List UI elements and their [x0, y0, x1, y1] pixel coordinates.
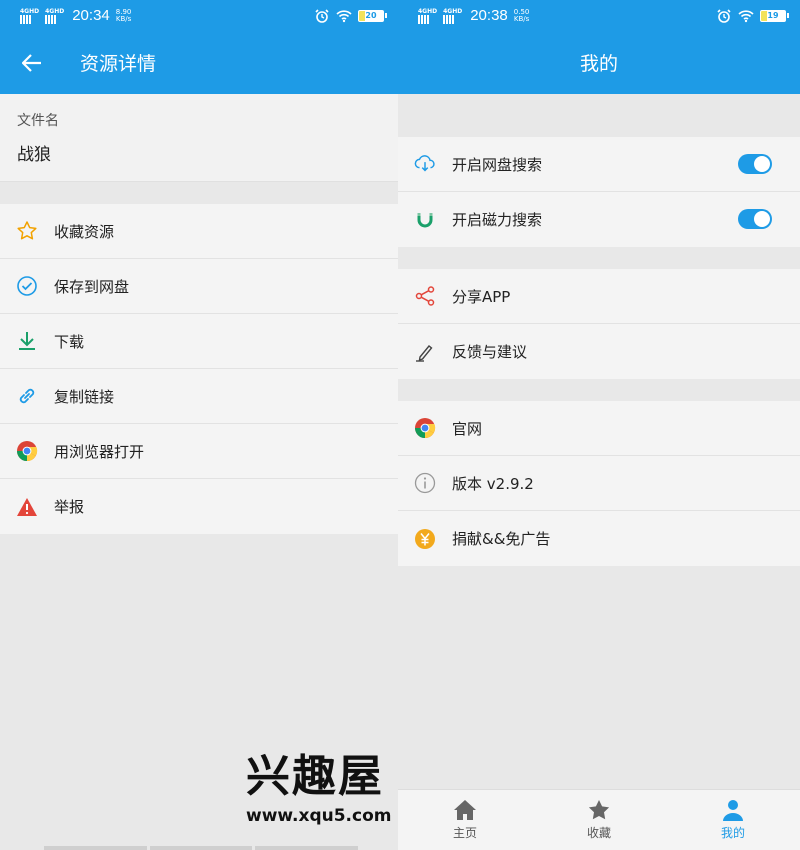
action-label: 下载 [54, 332, 85, 351]
speed-unit: KB/s [115, 14, 132, 23]
action-favorite[interactable]: 收藏资源 [0, 204, 398, 259]
search-settings-list: 开启网盘搜索 开启磁力搜索 [398, 137, 800, 247]
setting-cloud-search[interactable]: 开启网盘搜索 [398, 137, 800, 192]
alarm-icon [315, 8, 329, 23]
clock: 20:38 [470, 7, 508, 24]
cloud-search-toggle[interactable] [738, 154, 772, 174]
pen-icon [414, 341, 436, 363]
share-app-item[interactable]: 分享APP [398, 269, 800, 324]
feedback-item[interactable]: 反馈与建议 [398, 324, 800, 379]
app-bar: 资源详情 [0, 31, 398, 94]
status-bar: 4GHD 4GHD 20:34 8.90 KB/s 20 [0, 0, 398, 31]
warning-icon [16, 496, 38, 518]
speed-unit: KB/s [513, 14, 530, 23]
home-icon [454, 800, 476, 820]
back-button[interactable] [0, 31, 64, 94]
watermark-logo: 兴趣屋 www.xqu5.com [246, 752, 410, 832]
nav-label: 收藏 [586, 826, 611, 840]
nav-label: 我的 [720, 826, 745, 840]
network-label: 4GHD [20, 7, 40, 15]
info-icon [414, 472, 436, 494]
action-label: 保存到网盘 [54, 277, 130, 296]
filename-label: 文件名 [17, 113, 59, 129]
alarm-icon [717, 8, 731, 23]
battery-indicator: 20 [358, 9, 387, 22]
clock: 20:34 [72, 7, 110, 24]
network-indicator-2: 4GHD [45, 8, 64, 24]
link-icon [16, 385, 38, 407]
setting-magnet-search[interactable]: 开启磁力搜索 [398, 192, 800, 247]
app-bar: 我的 [398, 31, 800, 94]
network-speed: 0.50 KB/s [513, 8, 530, 23]
battery-indicator: 19 [760, 9, 789, 22]
magnet-icon [414, 209, 436, 231]
nav-profile[interactable]: 我的 [666, 790, 800, 850]
network-label: 4GHD [418, 7, 438, 15]
star-icon [588, 800, 610, 820]
resource-detail-screen: 4GHD 4GHD 20:34 8.90KB/s 20 资源详情 文件名 战狼 [0, 0, 398, 850]
setting-label: 开启网盘搜索 [452, 155, 543, 174]
action-label: 举报 [54, 498, 85, 516]
action-label: 复制链接 [54, 387, 115, 406]
arrow-left-icon [22, 53, 41, 72]
filename-section: 文件名 战狼 [0, 94, 398, 182]
wifi-icon [738, 9, 754, 22]
cloud-download-icon [414, 153, 436, 175]
magnet-search-toggle[interactable] [738, 209, 772, 229]
page-title: 我的 [579, 53, 618, 75]
page-title: 资源详情 [80, 53, 157, 75]
yen-icon [414, 528, 436, 550]
setting-label: 开启磁力搜索 [452, 211, 543, 229]
nav-handle [44, 846, 359, 850]
chrome-icon [16, 440, 38, 462]
watermark-title: 兴趣屋 [246, 751, 384, 802]
version-item[interactable]: 版本 v2.9.2 [398, 456, 800, 511]
profile-screen: 4GHD 4GHD 20:38 0.50 KB/s 19 我的 开启网盘搜索 开启… [398, 0, 800, 850]
check-circle-icon [16, 275, 38, 297]
star-icon [16, 220, 38, 242]
website-label: 官网 [452, 419, 483, 438]
network-indicator-1: 4GHD [20, 8, 39, 24]
nav-favorites[interactable]: 收藏 [532, 790, 666, 850]
action-list: 收藏资源 保存到网盘 下载 复制链接 用浏览器打开 举报 [0, 204, 398, 534]
version-label: 版本 v2.9.2 [452, 474, 534, 493]
action-report[interactable]: 举报 [0, 479, 398, 534]
feedback-label: 反馈与建议 [452, 343, 528, 361]
action-save-to-cloud[interactable]: 保存到网盘 [0, 259, 398, 314]
action-copy-link[interactable]: 复制链接 [0, 369, 398, 424]
nav-home[interactable]: 主页 [398, 790, 532, 850]
watermark-url: www.xqu5.com [246, 806, 392, 826]
download-icon [16, 330, 38, 352]
network-indicator-1: 4GHD [418, 8, 437, 24]
share-list: 分享APP 反馈与建议 [398, 269, 800, 379]
chrome-icon [414, 417, 436, 439]
share-icon [414, 285, 436, 307]
network-indicator-2: 4GHD [443, 8, 462, 24]
person-icon [723, 800, 743, 821]
nav-label: 主页 [452, 826, 477, 840]
bottom-navigation: 主页 收藏 我的 [398, 789, 800, 850]
status-bar: 4GHD 4GHD 20:38 0.50 KB/s 19 [398, 0, 800, 31]
filename-value: 战狼 [17, 145, 51, 165]
network-speed: 8.90 KB/s [115, 8, 132, 23]
action-download[interactable]: 下载 [0, 314, 398, 369]
donate-label: 捐献&&免广告 [452, 530, 551, 548]
donate-item[interactable]: 捐献&&免广告 [398, 511, 800, 566]
about-list: 官网 版本 v2.9.2 捐献&&免广告 [398, 401, 800, 566]
network-label: 4GHD [443, 7, 463, 15]
action-label: 用浏览器打开 [54, 442, 145, 461]
share-label: 分享APP [452, 287, 511, 306]
wifi-icon [336, 9, 352, 22]
screens: 4GHD 4GHD 20:34 8.90KB/s 20 资源详情 文件名 战狼 [0, 0, 800, 850]
network-label: 4GHD [45, 7, 65, 15]
action-label: 收藏资源 [54, 222, 115, 241]
action-open-in-browser[interactable]: 用浏览器打开 [0, 424, 398, 479]
website-item[interactable]: 官网 [398, 401, 800, 456]
